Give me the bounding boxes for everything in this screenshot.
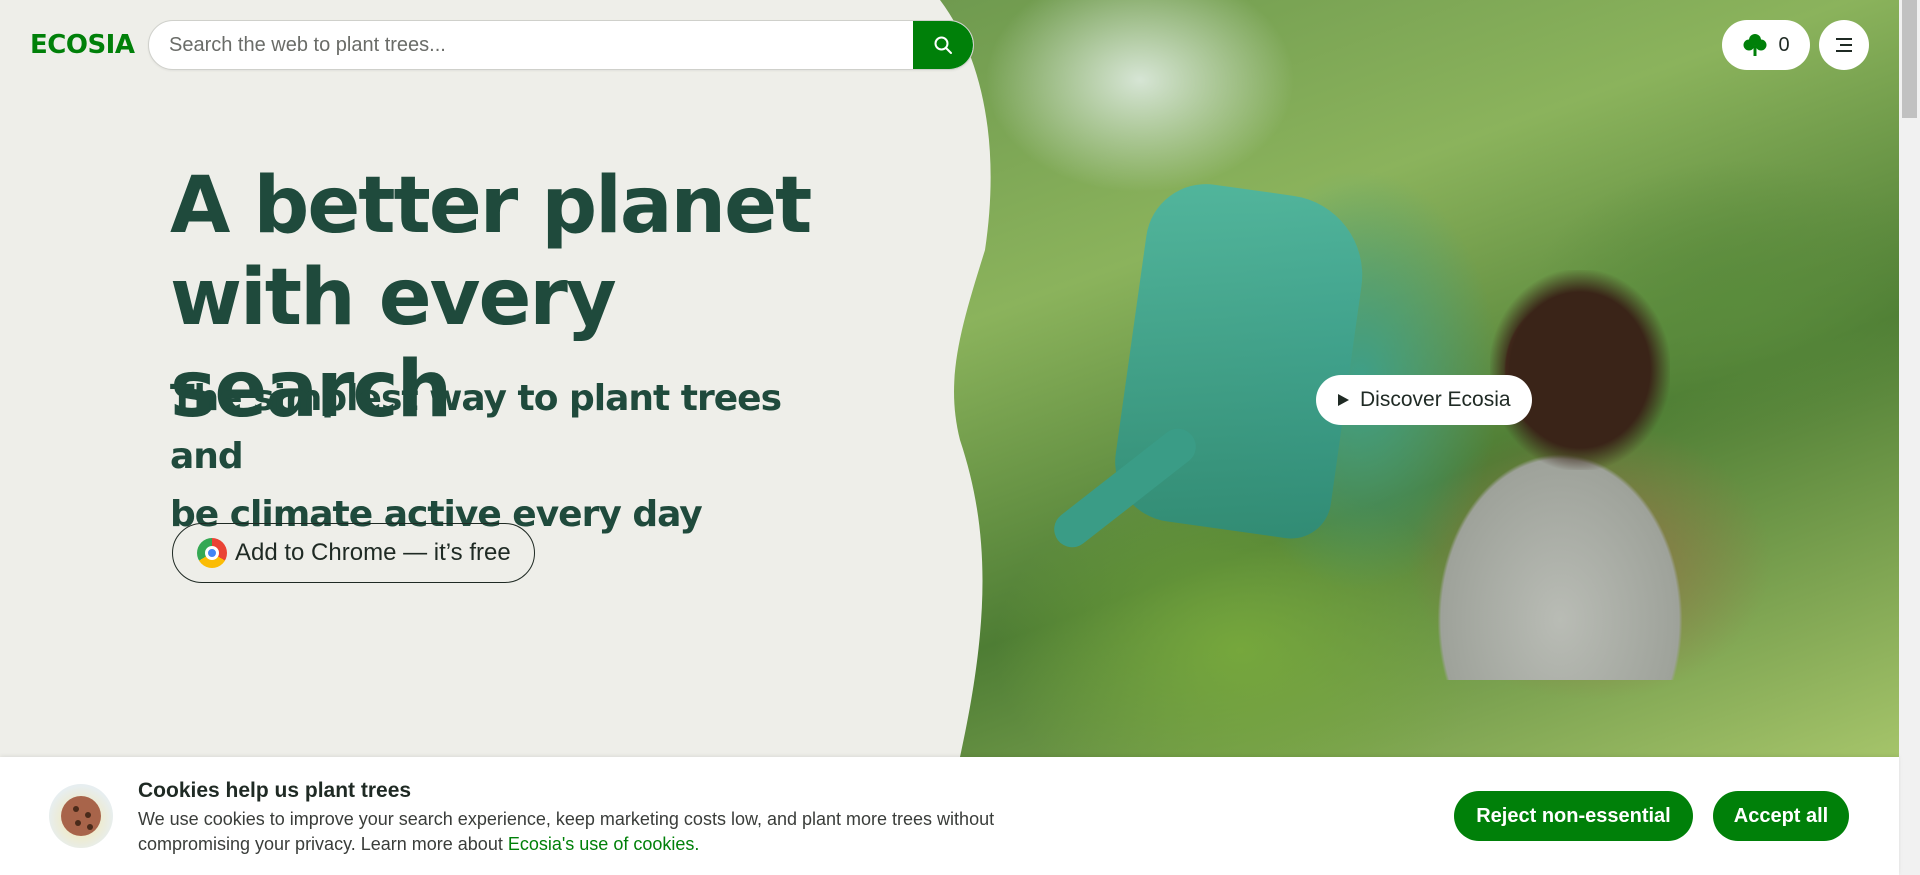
tree-count: 0	[1778, 33, 1790, 56]
add-to-chrome-label: Add to Chrome — it’s free	[235, 539, 511, 566]
hamburger-menu-icon	[1836, 38, 1852, 52]
reject-non-essential-button[interactable]: Reject non-essential	[1454, 791, 1693, 841]
cookie-banner: Cookies help us plant trees We use cooki…	[0, 757, 1899, 875]
cookie-text: We use cookies to improve your search ex…	[138, 807, 1038, 857]
add-to-chrome-button[interactable]: Add to Chrome — it’s free	[172, 523, 535, 583]
accept-all-button[interactable]: Accept all	[1713, 791, 1849, 841]
search-button[interactable]	[913, 21, 973, 69]
cookie-icon	[49, 784, 113, 848]
cookie-chip	[73, 806, 79, 812]
cookie-biscuit	[61, 796, 101, 836]
search-input[interactable]	[149, 21, 913, 69]
cookie-text-line2: compromising your privacy. Learn more ab…	[138, 834, 508, 854]
cookie-chip	[75, 820, 81, 826]
tree-icon	[1743, 34, 1767, 56]
discover-ecosia-button[interactable]: Discover Ecosia	[1316, 375, 1532, 425]
hero-subline: The simplest way to plant trees and be c…	[170, 370, 790, 544]
search-icon	[934, 36, 952, 54]
chrome-icon	[197, 538, 227, 568]
woman-hair	[1490, 270, 1670, 470]
tree-counter-button[interactable]: 0	[1722, 20, 1810, 70]
headline-line1: A better planet	[170, 161, 812, 251]
search-bar	[148, 20, 974, 70]
ecosia-logo[interactable]: ECOSIA	[30, 30, 135, 60]
cookie-chip	[87, 824, 93, 830]
cookie-policy-link[interactable]: Ecosia's use of cookies.	[508, 834, 700, 854]
cookie-chip	[85, 812, 91, 818]
play-icon	[1338, 394, 1349, 406]
cookie-text-line1: We use cookies to improve your search ex…	[138, 809, 995, 829]
scrollbar-thumb[interactable]	[1902, 0, 1917, 118]
page-scrollbar[interactable]	[1899, 0, 1920, 875]
cookie-title: Cookies help us plant trees	[138, 779, 412, 802]
subline-line1: The simplest way to plant trees and	[170, 378, 782, 477]
discover-label: Discover Ecosia	[1360, 388, 1511, 411]
menu-button[interactable]	[1819, 20, 1869, 70]
